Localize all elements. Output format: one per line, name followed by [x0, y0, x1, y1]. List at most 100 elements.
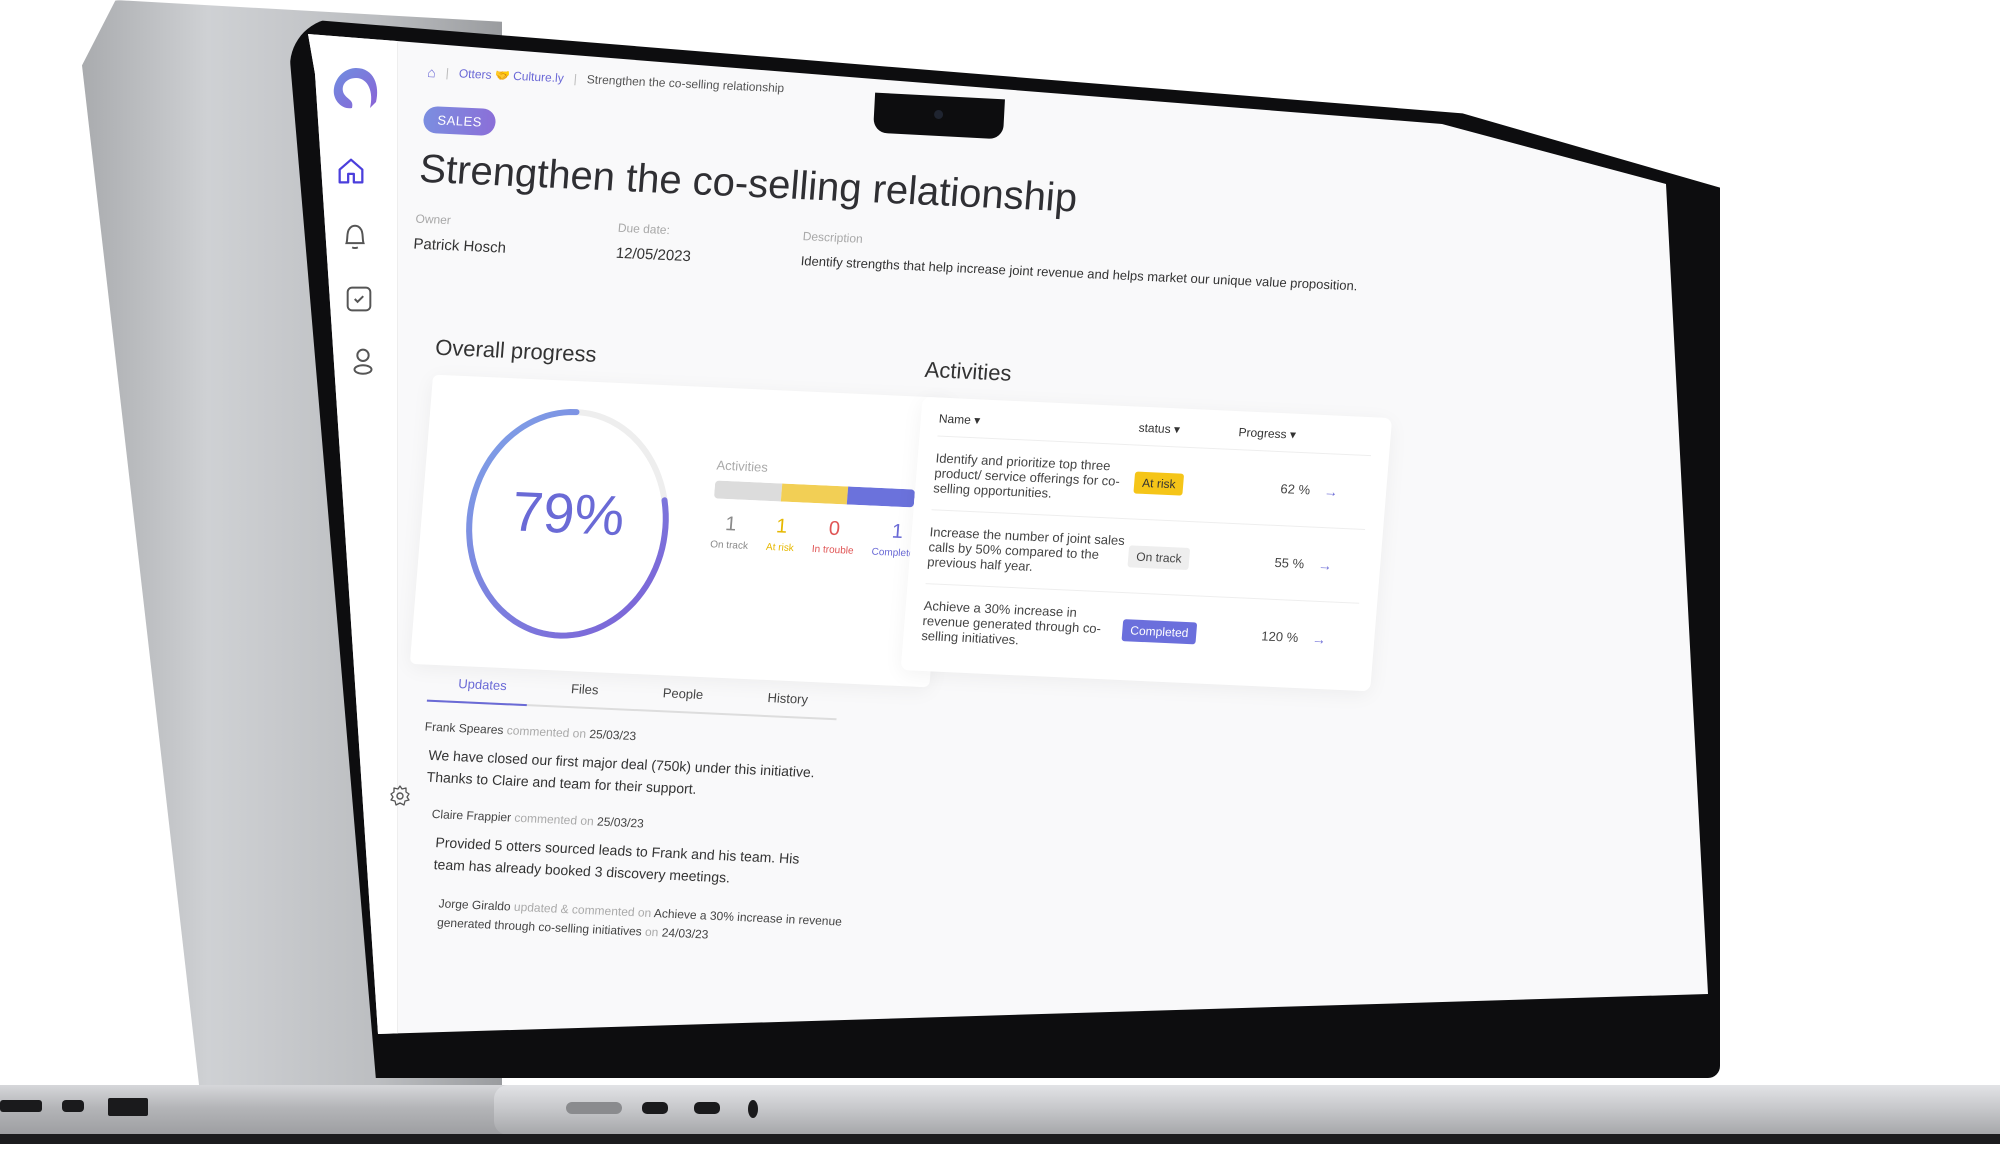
- camera-icon: [933, 109, 944, 120]
- usb-c-port: [694, 1102, 720, 1114]
- description-field: Description Identify strengths that help…: [800, 229, 1360, 295]
- caret-down-icon: ▾: [1289, 427, 1297, 442]
- activity-status-cell: Completed: [1121, 618, 1224, 645]
- status-count-label: On track: [709, 539, 749, 552]
- overall-progress-section: Overall progress 79% Activities 1 On trac…: [409, 335, 956, 688]
- status-count: 1 On track: [710, 512, 751, 552]
- status-count-value: 1: [724, 512, 738, 536]
- breadcrumb-org-link[interactable]: Otters 🤝 Culture.ly: [458, 66, 564, 85]
- status-count: 0 In trouble: [811, 517, 856, 557]
- activity-status-cell: On track: [1127, 544, 1229, 571]
- column-progress-label: Progress: [1238, 425, 1288, 442]
- update-header: Jorge Giraldo updated & commented on Ach…: [436, 894, 881, 952]
- column-status-label: status: [1138, 420, 1172, 437]
- tab-history[interactable]: History: [767, 690, 809, 707]
- activity-name: Identify and prioritize top three produc…: [932, 450, 1121, 501]
- update-item: Jorge Giraldo updated & commented on Ach…: [408, 893, 881, 953]
- active-tab-indicator: [426, 699, 527, 707]
- tab-files[interactable]: Files: [570, 681, 599, 697]
- activity-progress: 55 %: [1273, 554, 1305, 572]
- status-count-value: 1: [775, 515, 789, 538]
- status-count-label: At risk: [765, 541, 795, 555]
- update-date: 25/03/23: [588, 727, 637, 744]
- user-icon: [353, 348, 373, 375]
- status-bar-segment-completed: [847, 486, 916, 508]
- activities-title: Activities: [923, 356, 1013, 386]
- sidebar-item-profile[interactable]: [346, 344, 380, 378]
- update-author[interactable]: Claire Frappier: [431, 807, 511, 825]
- update-author[interactable]: Frank Speares: [424, 720, 504, 738]
- status-count-value: 0: [827, 517, 841, 541]
- status-count: 1 At risk: [766, 515, 797, 554]
- due-date-label: Due date:: [617, 220, 671, 238]
- activity-status-cell: At risk: [1133, 470, 1235, 497]
- arrow-right-icon[interactable]: →: [1323, 483, 1344, 500]
- arrow-right-icon[interactable]: →: [1312, 630, 1333, 647]
- status-count-label: In trouble: [811, 543, 854, 557]
- tab-updates[interactable]: Updates: [458, 676, 508, 693]
- update-action: commented on: [506, 723, 587, 741]
- status-badge: Completed: [1121, 618, 1198, 644]
- activities-status-bar: [713, 480, 916, 508]
- activity-progress: 120 %: [1260, 628, 1299, 646]
- activities-table-body: Identify and prioritize top three produc…: [920, 436, 1371, 676]
- activity-progress: 62 %: [1279, 481, 1311, 498]
- caret-down-icon: ▾: [1173, 422, 1181, 437]
- column-name-label: Name: [938, 411, 972, 427]
- sidebar-item-tasks[interactable]: [342, 282, 376, 316]
- update-action: updated & commented on: [513, 899, 652, 920]
- column-name-sort[interactable]: Name ▾: [938, 412, 1139, 435]
- overall-progress-card: 79% Activities 1 On track 1 At risk 0 In trou…: [409, 374, 953, 688]
- status-bar-segment-on-track: [713, 480, 782, 502]
- activities-summary: Activities 1 On track 1 At risk 0 In trouble 1…: [710, 458, 921, 560]
- app-screen: ⌂ | Otters 🤝 Culture.ly | Strengthen the…: [308, 34, 1708, 1034]
- column-progress-sort[interactable]: Progress ▾: [1238, 425, 1329, 443]
- status-badge: At risk: [1133, 470, 1185, 496]
- status-bar-segment-at-risk: [780, 483, 849, 505]
- sd-card-slot: [0, 1100, 42, 1112]
- activities-section: Activities Name ▾ status ▾ Progress ▾ Id…: [900, 356, 1396, 692]
- caret-down-icon: ▾: [973, 413, 981, 428]
- update-on: on: [644, 924, 660, 940]
- due-date-value: 12/05/2023: [615, 244, 692, 266]
- progress-percent: 79%: [509, 479, 627, 548]
- update-date: 25/03/23: [596, 814, 645, 831]
- home-icon[interactable]: ⌂: [427, 64, 437, 80]
- update-item: Frank Speares commented on 25/03/23 We h…: [420, 720, 835, 807]
- bell-icon: [345, 224, 365, 250]
- breadcrumb-current: Strengthen the co-selling relationship: [586, 72, 785, 96]
- sidebar-item-home[interactable]: [334, 154, 368, 188]
- category-tag: SALES: [422, 105, 497, 137]
- magsafe-port: [566, 1102, 622, 1114]
- update-author[interactable]: Jorge Giraldo: [438, 896, 511, 913]
- app-logo: [333, 68, 378, 109]
- status-badge: On track: [1127, 544, 1191, 570]
- tab-bar: Updates Files People History: [426, 674, 839, 721]
- sidebar-item-notifications[interactable]: [338, 219, 372, 253]
- home-icon: [338, 158, 364, 184]
- activities-table: Name ▾ status ▾ Progress ▾ Identify and …: [900, 396, 1393, 692]
- checkbox-icon: [346, 286, 372, 312]
- breadcrumb-separator: |: [573, 71, 578, 86]
- update-item: Claire Frappier commented on 25/03/23 Pr…: [413, 806, 828, 893]
- update-body: Provided 5 otters sourced leads to Frank…: [433, 833, 801, 886]
- camera-notch: [873, 92, 1005, 140]
- base-shadow: [0, 1134, 2000, 1144]
- activity-name: Increase the number of joint sales calls…: [926, 524, 1126, 574]
- tab-people[interactable]: People: [662, 685, 704, 702]
- owner-field: Owner Patrick Hosch: [413, 212, 509, 257]
- update-body: We have closed our first major deal (750…: [426, 746, 816, 798]
- updates-section: Updates Files People History Frank Spear…: [408, 674, 842, 950]
- owner-value: Patrick Hosch: [412, 235, 507, 257]
- headphone-jack: [748, 1100, 758, 1118]
- usb-c-port: [642, 1102, 668, 1114]
- update-date: 24/03/23: [661, 925, 710, 942]
- main-content: ⌂ | Otters 🤝 Culture.ly | Strengthen the…: [350, 64, 1677, 1034]
- arrow-right-icon[interactable]: →: [1318, 556, 1339, 573]
- due-date-field: Due date: 12/05/2023: [615, 221, 693, 265]
- activity-name: Achieve a 30% increase in revenue genera…: [920, 598, 1102, 648]
- owner-label: Owner: [414, 211, 452, 228]
- update-action: commented on: [513, 810, 595, 829]
- activities-status-counts: 1 On track 1 At risk 0 In trouble 1 Completed: [710, 512, 923, 560]
- column-status-sort[interactable]: status ▾: [1138, 421, 1239, 439]
